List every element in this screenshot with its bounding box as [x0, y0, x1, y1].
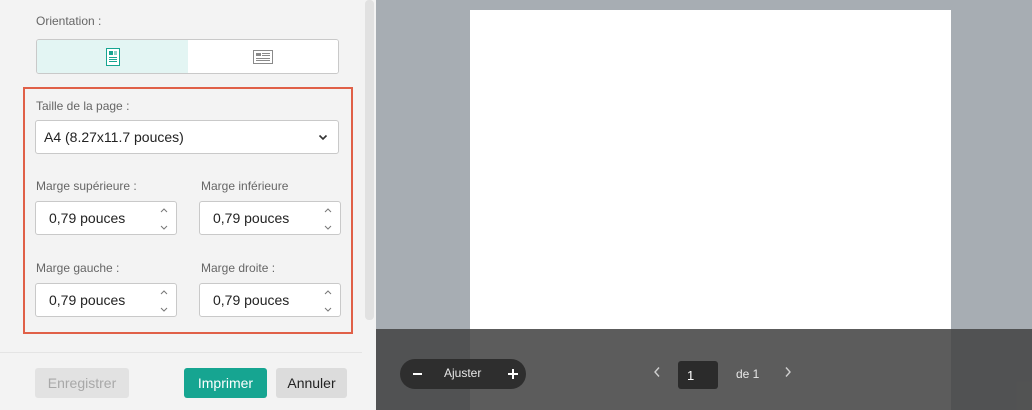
margin-right-stepper[interactable]: [323, 290, 333, 312]
zoom-control: Ajuster: [400, 359, 526, 389]
settings-scrollbar[interactable]: [365, 0, 374, 320]
print-preview-area: Ajuster 1 de 1: [376, 0, 1032, 410]
margin-top-value: 0,79 pouces: [49, 210, 126, 226]
margin-left-value: 0,79 pouces: [49, 292, 126, 308]
margin-bottom-input[interactable]: 0,79 pouces: [199, 201, 341, 235]
portrait-orientation-button[interactable]: [37, 40, 188, 73]
margin-right-input[interactable]: 0,79 pouces: [199, 283, 341, 317]
chevron-down-icon: [160, 307, 168, 312]
margin-left-label: Marge gauche :: [36, 261, 120, 275]
page-number-value: 1: [687, 367, 695, 383]
chevron-up-icon: [324, 208, 332, 213]
landscape-page-icon: [253, 49, 273, 64]
preview-toolbar: Ajuster 1 de 1: [376, 329, 1032, 410]
print-button[interactable]: Imprimer: [184, 368, 267, 398]
cancel-button[interactable]: Annuler: [276, 368, 347, 398]
chevron-down-icon: [160, 225, 168, 230]
chevron-up-icon: [160, 208, 168, 213]
zoom-fit-button[interactable]: Ajuster: [444, 366, 481, 380]
margin-right-value: 0,79 pouces: [213, 292, 290, 308]
margin-left-stepper[interactable]: [159, 290, 169, 312]
margin-top-stepper[interactable]: [159, 208, 169, 230]
chevron-down-icon: [324, 225, 332, 230]
chevron-down-icon: [318, 134, 328, 141]
page-size-select[interactable]: A4 (8.27x11.7 pouces): [35, 120, 339, 154]
chevron-down-icon: [324, 307, 332, 312]
zoom-in-button[interactable]: [507, 368, 519, 380]
page-count-label: de 1: [736, 367, 760, 381]
page-number-input[interactable]: 1: [678, 361, 718, 389]
orientation-label: Orientation :: [36, 14, 102, 28]
orientation-toggle: [36, 39, 339, 74]
save-button[interactable]: Enregistrer: [35, 368, 129, 398]
portrait-page-icon: [105, 47, 120, 66]
chevron-up-icon: [324, 290, 332, 295]
margin-bottom-value: 0,79 pouces: [213, 210, 290, 226]
page-size-label: Taille de la page :: [36, 99, 130, 113]
chevron-up-icon: [160, 290, 168, 295]
next-page-button[interactable]: [784, 366, 792, 378]
zoom-out-button[interactable]: [413, 373, 422, 375]
margin-right-label: Marge droite :: [201, 261, 276, 275]
margin-bottom-label: Marge inférieure: [201, 179, 289, 193]
margin-top-label: Marge supérieure :: [36, 179, 137, 193]
previous-page-button[interactable]: [653, 366, 661, 378]
margin-bottom-stepper[interactable]: [323, 208, 333, 230]
margin-left-input[interactable]: 0,79 pouces: [35, 283, 177, 317]
landscape-orientation-button[interactable]: [188, 40, 338, 73]
print-settings-panel: Orientation : Taille de la page: A4 (8.…: [0, 0, 376, 410]
page-size-value: A4 (8.27x11.7 pouces): [44, 129, 184, 145]
margin-top-input[interactable]: 0,79 pouces: [35, 201, 177, 235]
